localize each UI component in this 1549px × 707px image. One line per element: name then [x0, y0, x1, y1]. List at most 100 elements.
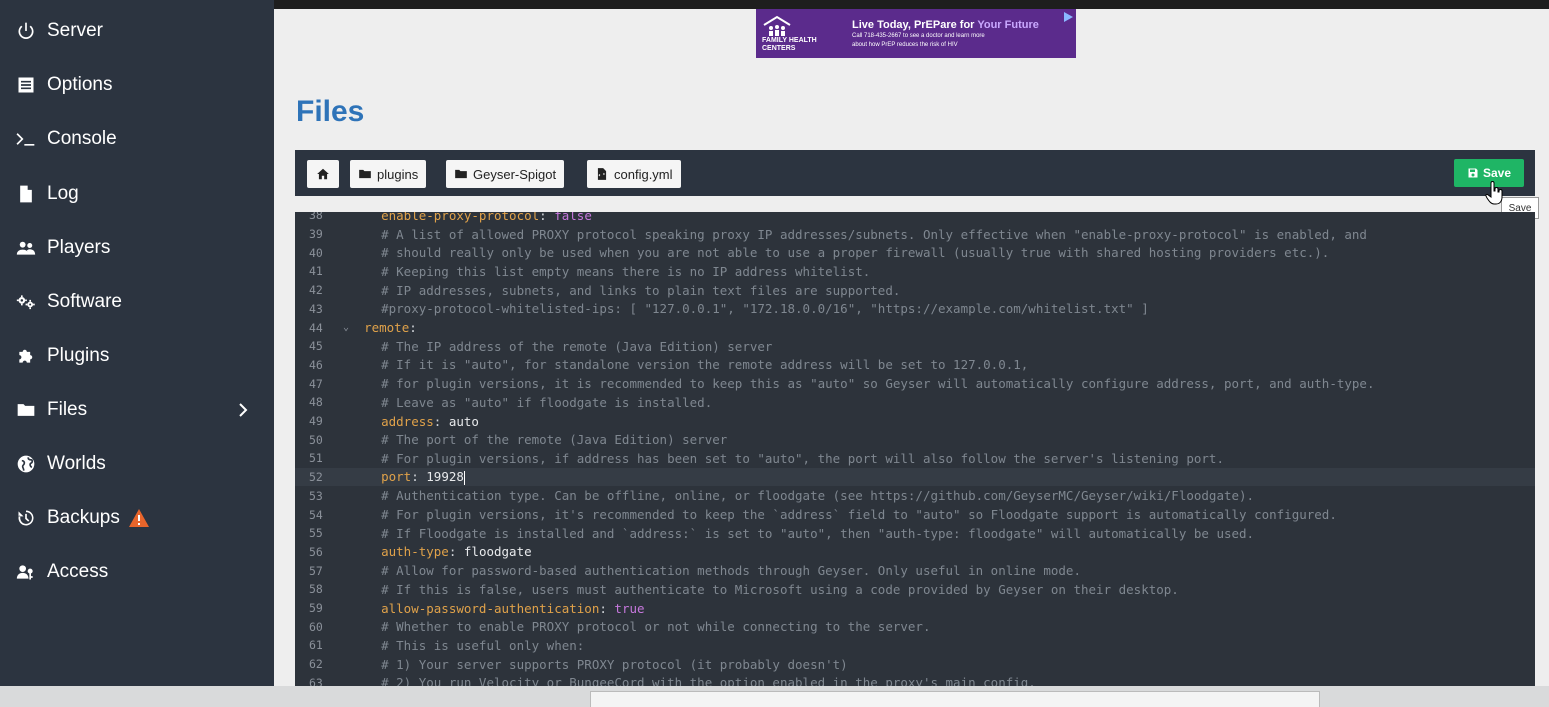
code-line[interactable]: 51 # For plugin versions, if address has… [295, 449, 1535, 468]
line-number: 56 [309, 544, 323, 559]
sidebar-item-players[interactable]: Players [14, 233, 110, 263]
code-line[interactable]: 47 # for plugin versions, it is recommen… [295, 374, 1535, 393]
sidebar-item-options[interactable]: Options [14, 70, 112, 100]
code-line[interactable]: 42 # IP addresses, subnets, and links to… [295, 281, 1535, 300]
line-number: 53 [309, 488, 323, 503]
line-number: 62 [309, 657, 323, 672]
code-line[interactable]: 40 # should really only be used when you… [295, 243, 1535, 262]
sidebar-item-server[interactable]: Server [14, 16, 103, 46]
power-icon [14, 19, 38, 43]
code-line[interactable]: 54 # For plugin versions, it's recommend… [295, 505, 1535, 524]
text-caret [463, 470, 465, 485]
line-number: 63 [309, 675, 323, 686]
line-code: auth-type: floodgate [351, 544, 532, 560]
line-code: # If this is false, users must authentic… [351, 581, 1179, 597]
code-line[interactable]: 57 # Allow for password-based authentica… [295, 561, 1535, 580]
sidebar-item-label: Log [47, 183, 79, 204]
code-line[interactable]: 55 # If Floodgate is installed and `addr… [295, 524, 1535, 543]
ad-choices-icon[interactable] [1062, 11, 1074, 23]
code-line[interactable]: 48 # Leave as "auto" if floodgate is ins… [295, 393, 1535, 412]
line-number: 59 [309, 601, 323, 616]
terminal-icon [14, 127, 38, 151]
line-code: # Keeping this list empty means there is… [351, 263, 871, 279]
code-line[interactable]: 43 #proxy-protocol-whitelisted-ips: [ "1… [295, 300, 1535, 319]
line-number: 58 [309, 582, 323, 597]
ad-logo: FAMILY HEALTH CENTERS [756, 9, 848, 58]
gears-icon [14, 290, 38, 314]
code-line[interactable]: 38 enable-proxy-protocol: false [295, 212, 1535, 225]
code-line[interactable]: 49 address: auto [295, 412, 1535, 431]
hand-cursor-icon [1485, 181, 1503, 205]
code-line[interactable]: 58 # If this is false, users must authen… [295, 580, 1535, 599]
bottom-input-field[interactable] [590, 691, 1320, 707]
line-number: 38 [309, 212, 323, 223]
home-icon [317, 168, 329, 180]
code-line[interactable]: 53 # Authentication type. Can be offline… [295, 487, 1535, 506]
code-line[interactable]: 39 # A list of allowed PROXY protocol sp… [295, 225, 1535, 244]
code-line[interactable]: 44 ⌄ remote: [295, 318, 1535, 337]
user-key-icon [14, 560, 38, 584]
code-line[interactable]: 56 auth-type: floodgate [295, 543, 1535, 562]
breadcrumb-geyser-spigot[interactable]: Geyser-Spigot [446, 160, 565, 188]
history-icon [14, 506, 38, 530]
line-number: 43 [309, 301, 323, 316]
sidebar-item-access[interactable]: Access [14, 557, 108, 587]
line-number: 46 [309, 357, 323, 372]
sidebar-item-worlds[interactable]: Worlds [14, 449, 106, 479]
sidebar-item-log[interactable]: Log [14, 179, 79, 209]
code-line[interactable]: 41 # Keeping this list empty means there… [295, 262, 1535, 281]
warning-icon [128, 509, 149, 527]
line-code: # For plugin versions, if address has be… [351, 450, 1224, 466]
sidebar-item-files[interactable]: Files [14, 395, 264, 425]
code-line[interactable]: 50 # The port of the remote (Java Editio… [295, 430, 1535, 449]
code-line[interactable]: 60 # Whether to enable PROXY protocol or… [295, 617, 1535, 636]
code-line[interactable]: 46 # If it is "auto", for standalone ver… [295, 356, 1535, 375]
line-code: # For plugin versions, it's recommended … [351, 507, 1337, 523]
line-code: # Authentication type. Can be offline, o… [351, 488, 1255, 504]
ad-banner[interactable]: FAMILY HEALTH CENTERS Live Today, PrEPar… [756, 9, 1076, 58]
options-icon [14, 73, 38, 97]
breadcrumb-home[interactable] [307, 160, 339, 188]
line-code: # Leave as "auto" if floodgate is instal… [351, 394, 713, 410]
breadcrumb-plugins[interactable]: plugins [350, 160, 427, 188]
line-code: # If it is "auto", for standalone versio… [351, 357, 1029, 373]
line-code: # The IP address of the remote (Java Edi… [351, 338, 773, 354]
bottom-bar [0, 686, 1549, 707]
line-code: port: 19928 [351, 469, 465, 485]
file-icon [14, 182, 38, 206]
ad-headline: Live Today, PrEPare for Your Future [852, 18, 1039, 31]
code-editor[interactable]: 38 enable-proxy-protocol: false 39 # A li… [295, 212, 1535, 686]
sidebar-item-software[interactable]: Software [14, 287, 122, 317]
code-line[interactable]: 45 # The IP address of the remote (Java … [295, 337, 1535, 356]
line-code: # 2) You run Velocity or BungeeCord with… [351, 675, 1036, 686]
code-line[interactable]: 59 allow-password-authentication: true [295, 599, 1535, 618]
file-code-icon [597, 168, 607, 180]
line-code: allow-password-authentication: true [351, 600, 645, 616]
page-title: Files [296, 95, 365, 128]
house-logo-icon [763, 15, 791, 36]
main-content: FAMILY HEALTH CENTERS Live Today, PrEPar… [274, 9, 1549, 686]
line-code: #proxy-protocol-whitelisted-ips: [ "127.… [351, 301, 1149, 317]
sidebar-item-backups[interactable]: Backups [14, 503, 150, 533]
line-number: 41 [309, 264, 323, 279]
line-number: 61 [309, 638, 323, 653]
code-line[interactable]: 63 # 2) You run Velocity or BungeeCord w… [295, 674, 1535, 686]
line-number: 49 [309, 414, 323, 429]
line-code: # 1) Your server supports PROXY protocol… [351, 656, 848, 672]
code-line[interactable]: 52 port: 19928 [295, 467, 1535, 487]
line-code: # Whether to enable PROXY protocol or no… [351, 619, 931, 635]
ad-subtext-1: Call 718-435-2667 to see a doctor and le… [852, 32, 985, 39]
code-line[interactable]: 61 # This is useful only when: [295, 636, 1535, 655]
line-code: # IP addresses, subnets, and links to pl… [351, 282, 901, 298]
breadcrumb-config-yml[interactable]: config.yml [587, 160, 681, 188]
sidebar-item-console[interactable]: Console [14, 124, 117, 154]
line-number: 45 [309, 339, 323, 354]
folder-icon [14, 398, 38, 422]
sidebar-item-label: Options [47, 74, 113, 95]
code-line[interactable]: 62 # 1) Your server supports PROXY proto… [295, 655, 1535, 674]
line-number: 47 [309, 376, 323, 391]
sidebar-item-label: Server [47, 20, 103, 41]
line-code: # If Floodgate is installed and `address… [351, 525, 1255, 541]
sidebar-item-plugins[interactable]: Plugins [14, 341, 109, 371]
line-code: # This is useful only when: [351, 637, 585, 653]
